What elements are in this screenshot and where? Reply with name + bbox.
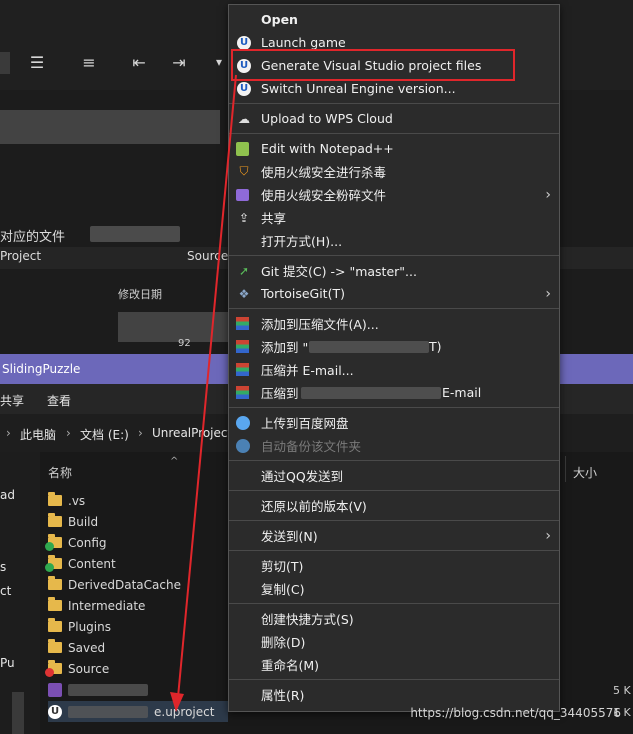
arrow-line — [176, 74, 237, 709]
arrow-head — [170, 692, 184, 712]
annotation-arrow — [170, 74, 237, 712]
watermark: https://blog.csdn.net/qq_34405576 — [410, 706, 621, 720]
